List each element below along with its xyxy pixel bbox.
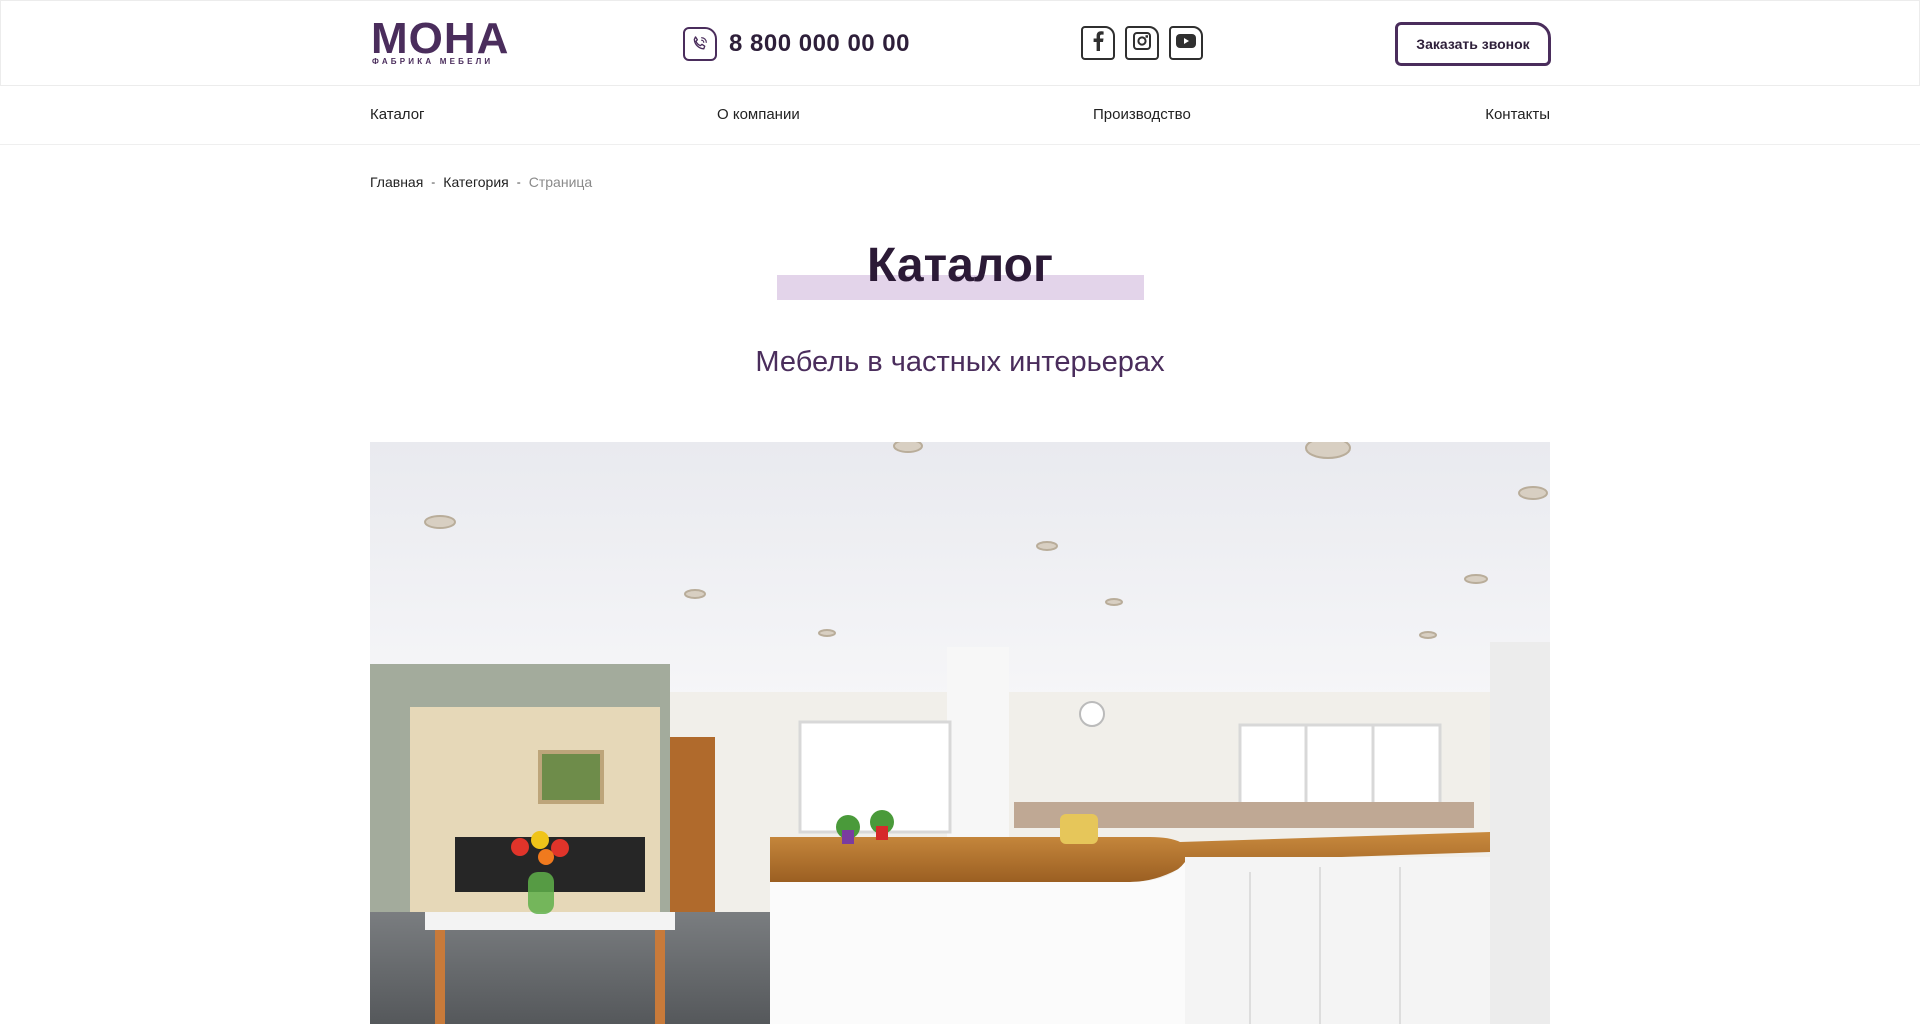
nav-item-contacts[interactable]: Контакты	[1485, 106, 1550, 123]
phone-icon	[683, 27, 717, 61]
phone-number[interactable]: 8 800 000 00 00	[729, 30, 910, 58]
breadcrumb-separator: -	[516, 175, 521, 189]
breadcrumb: Главная - Категория - Страница	[370, 174, 592, 190]
breadcrumb-home[interactable]: Главная	[370, 174, 423, 190]
hero-image	[370, 442, 1550, 1024]
logo[interactable]: МОНА фабрика мебели	[371, 17, 508, 67]
nav-item-catalog[interactable]: Каталог	[370, 106, 425, 123]
breadcrumb-current: Страница	[528, 174, 593, 190]
main-nav: Каталог О компании Производство Контакты	[0, 86, 1920, 145]
nav-item-about[interactable]: О компании	[717, 106, 800, 123]
logo-wordmark: МОНА	[371, 14, 510, 63]
youtube-icon	[1175, 33, 1197, 54]
page-title: Каталог	[867, 239, 1053, 292]
header-bar: МОНА фабрика мебели 8 800 000 00 00 Зака…	[0, 0, 1920, 86]
youtube-link[interactable]	[1169, 26, 1203, 60]
callback-button[interactable]: Заказать звонок	[1395, 22, 1551, 66]
breadcrumb-category[interactable]: Категория	[443, 174, 508, 190]
logo-tagline: фабрика мебели	[372, 57, 494, 66]
instagram-link[interactable]	[1125, 26, 1159, 60]
facebook-link[interactable]	[1081, 26, 1115, 60]
page-subtitle: Мебель в частных интерьерах	[755, 346, 1165, 378]
facebook-icon	[1091, 30, 1105, 56]
breadcrumb-separator: -	[431, 175, 436, 189]
nav-item-production[interactable]: Производство	[1093, 106, 1191, 123]
kitchen-interior-illustration	[370, 442, 1550, 1024]
instagram-icon	[1132, 31, 1152, 56]
phone-block[interactable]: 8 800 000 00 00	[683, 27, 910, 61]
